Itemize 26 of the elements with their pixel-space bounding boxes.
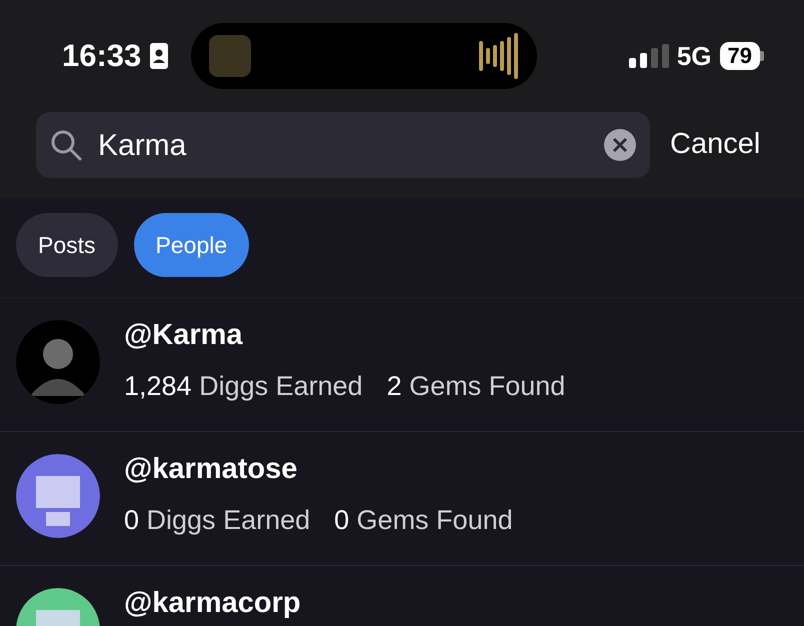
search-icon (50, 129, 82, 161)
user-stat: 1,284 Diggs Earned (124, 370, 363, 404)
contact-card-icon (149, 42, 170, 70)
album-art-placeholder (209, 35, 252, 77)
user-stat: 0 Diggs Earned (124, 504, 310, 538)
avatar-silhouette[interactable] (16, 320, 100, 404)
filter-tab[interactable]: People (134, 213, 250, 277)
user-result-row[interactable]: @Karma 1,284 Diggs Earned 2 Gems Found (0, 298, 804, 432)
search-input[interactable]: Karma (98, 122, 604, 168)
username: @Karma (124, 320, 244, 350)
user-stat: 2 Gems Found (386, 370, 566, 404)
signal-icon (628, 44, 669, 68)
waveform-icon (479, 33, 520, 79)
user-result-row[interactable]: @karmatose 0 Diggs Earned 0 Gems Found (0, 432, 804, 566)
username: @karmatose (124, 454, 298, 484)
cancel-button[interactable]: Cancel (670, 123, 760, 167)
clear-icon[interactable] (604, 129, 636, 161)
filter-tab[interactable]: Posts (16, 213, 118, 277)
user-stat: 0 Gems Found (334, 504, 513, 538)
username: @karmacorp (124, 588, 301, 618)
search-field[interactable]: Karma (36, 112, 650, 178)
user-result-row[interactable]: @karmacorp (0, 566, 804, 626)
avatar-robot-drawing[interactable] (16, 454, 100, 538)
network-type: 5G (676, 40, 712, 72)
battery-indicator: 79 (720, 42, 764, 70)
status-time: 16:33 (62, 36, 142, 75)
